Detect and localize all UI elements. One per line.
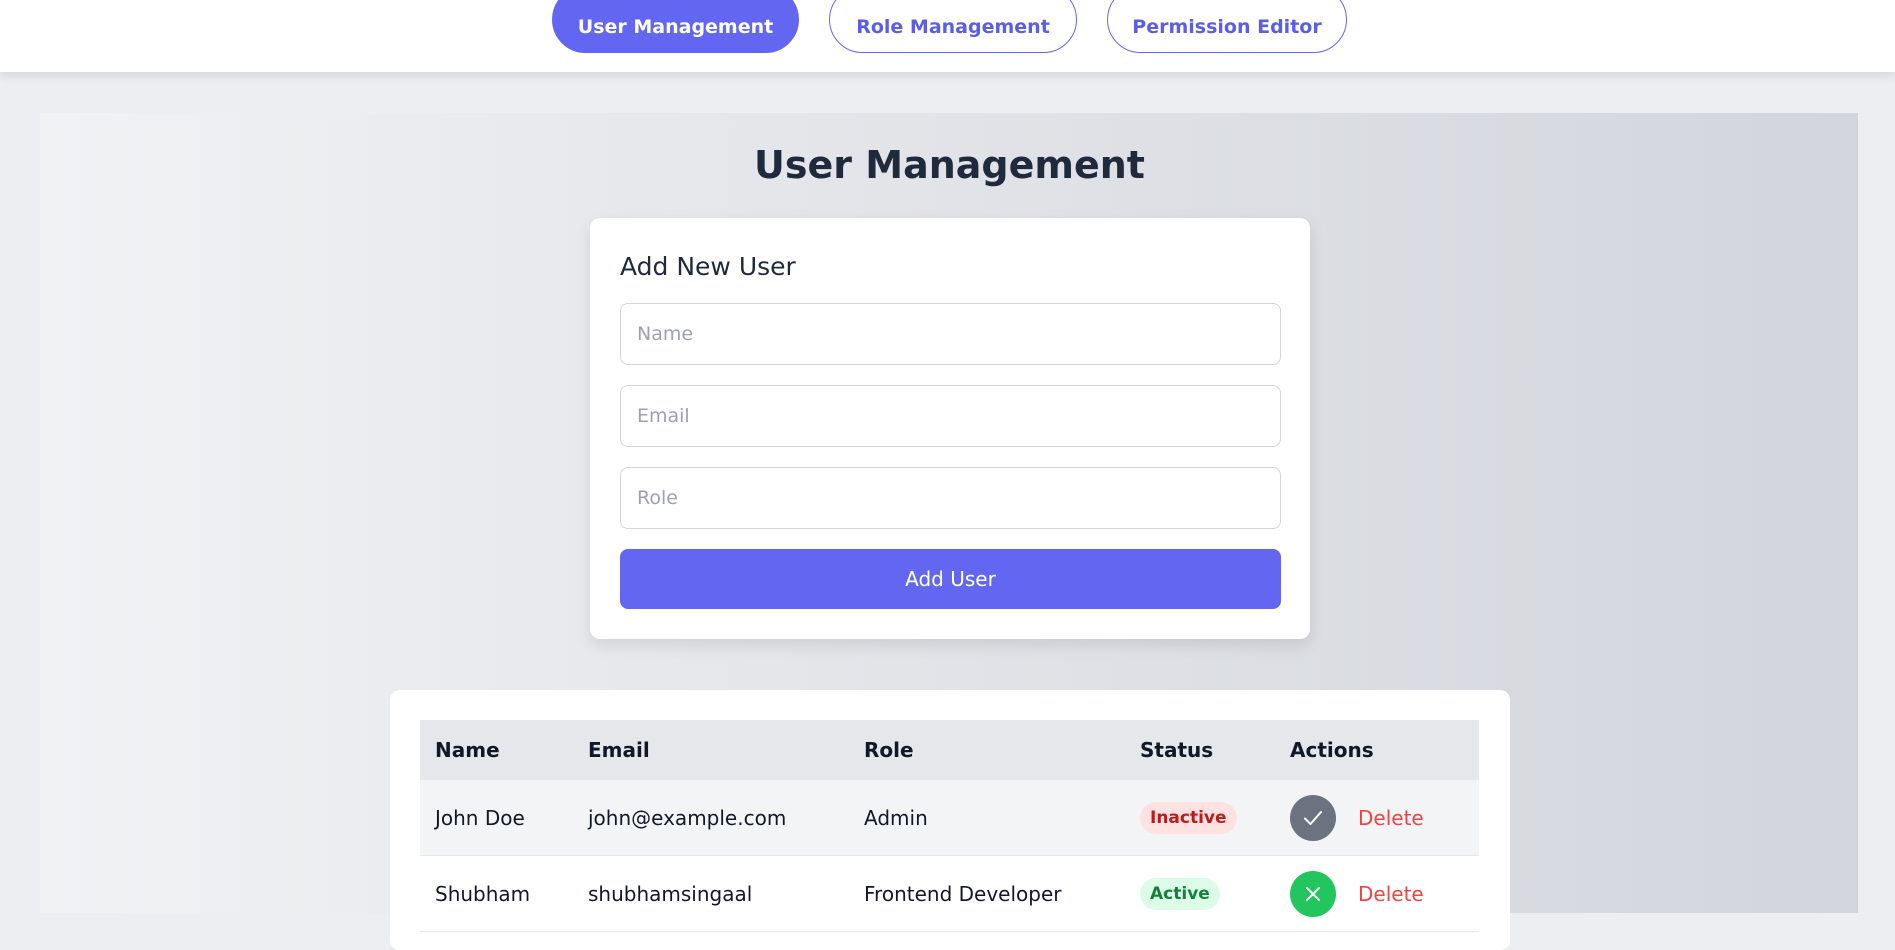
check-icon xyxy=(1304,811,1322,825)
status-badge: Inactive xyxy=(1140,802,1237,834)
toggle-status-button[interactable] xyxy=(1290,871,1336,917)
table-row: Shubham shubhamsingaal Frontend Develope… xyxy=(420,856,1479,932)
column-header-name: Name xyxy=(435,738,500,762)
column-header-status: Status xyxy=(1140,738,1214,762)
users-table: Name Email Role Status Actions John Doe … xyxy=(390,690,1510,950)
delete-button[interactable]: Delete xyxy=(1358,882,1424,906)
column-header-actions: Actions xyxy=(1290,738,1374,762)
add-user-button[interactable]: Add User xyxy=(620,549,1281,609)
name-input[interactable] xyxy=(620,303,1281,365)
page-title: User Management xyxy=(754,143,1145,187)
email-input[interactable] xyxy=(620,385,1281,447)
tab-permission-editor[interactable]: Permission Editor xyxy=(1107,0,1347,53)
cell-name: Shubham xyxy=(435,882,531,906)
delete-button[interactable]: Delete xyxy=(1358,806,1424,830)
status-badge: Active xyxy=(1140,878,1220,910)
cell-name: John Doe xyxy=(435,806,525,830)
cell-role: Frontend Developer xyxy=(864,882,1062,906)
cell-email: john@example.com xyxy=(588,806,787,830)
tab-role-management[interactable]: Role Management xyxy=(829,0,1077,53)
table-header: Name Email Role Status Actions xyxy=(420,720,1479,780)
cell-role: Admin xyxy=(864,806,928,830)
form-heading: Add New User xyxy=(620,252,796,281)
table-row: John Doe john@example.com Admin Inactive… xyxy=(420,780,1479,856)
column-header-role: Role xyxy=(864,738,914,762)
column-header-email: Email xyxy=(588,738,650,762)
top-navigation: User Management Role Management Permissi… xyxy=(0,0,1895,72)
role-input[interactable] xyxy=(620,467,1281,529)
tab-user-management[interactable]: User Management xyxy=(552,0,799,53)
add-user-form: Add New User Add User xyxy=(590,218,1310,639)
x-icon xyxy=(1306,887,1320,901)
cell-email: shubhamsingaal xyxy=(588,882,753,906)
toggle-status-button[interactable] xyxy=(1290,795,1336,841)
